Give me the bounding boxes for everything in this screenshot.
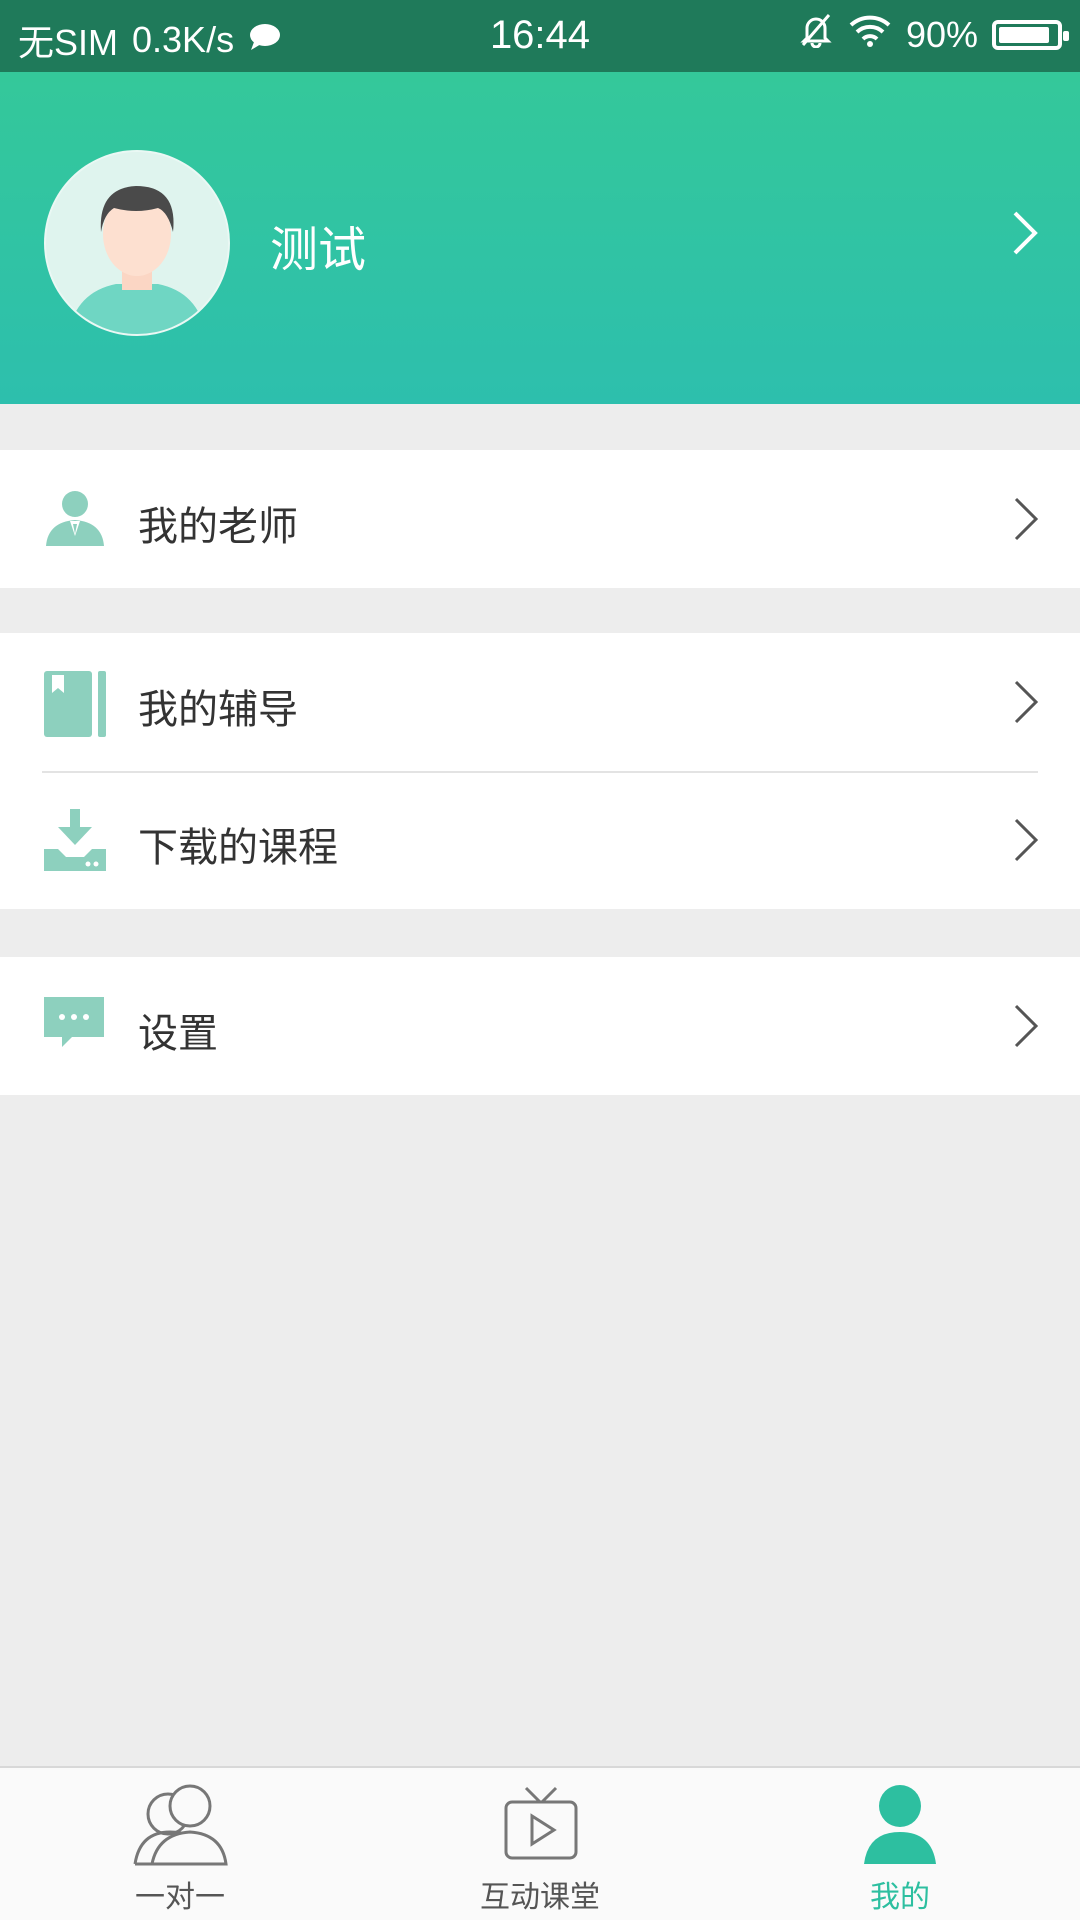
tab-one-on-one[interactable]: 一对一 (0, 1768, 360, 1920)
menu-item-label: 下载的课程 (138, 825, 338, 871)
menu-item-label: 我的辅导 (138, 687, 298, 733)
menu-group-1: 我的老师 (0, 450, 1080, 588)
menu-item-my-tutoring[interactable]: 我的辅导 (0, 633, 1080, 771)
profile-name: 测试 (270, 222, 367, 278)
tab-interactive-classroom[interactable]: 互动课堂 (360, 1768, 720, 1920)
bottom-tab-bar: 一对一 互动课堂 我的 (0, 1766, 1080, 1920)
menu-item-downloaded-courses[interactable]: 下载的课程 (0, 771, 1080, 909)
battery-percent: 90% (905, 13, 978, 55)
status-right: 90% (798, 12, 1069, 57)
profile-header[interactable]: 测试 (0, 72, 1080, 404)
battery-fill (999, 26, 1049, 43)
avatar[interactable] (44, 150, 230, 336)
chevron-right-icon (1012, 816, 1040, 868)
download-icon (44, 809, 106, 871)
book-icon (44, 671, 106, 737)
tab-label: 我的 (870, 1880, 930, 1915)
menu-item-settings[interactable]: 设置 (0, 957, 1080, 1095)
chevron-right-icon (1012, 495, 1040, 547)
wifi-icon (848, 13, 892, 56)
tv-play-icon (490, 1784, 590, 1874)
status-bar: 无SIM 0.3K/s 16:44 90% (0, 0, 1080, 72)
menu-group-3: 设置 (0, 957, 1080, 1095)
chevron-right-icon[interactable] (1010, 208, 1040, 262)
menu-group-2: 我的辅导 下载的课程 (0, 633, 1080, 909)
menu-item-label: 设置 (138, 1011, 218, 1057)
teacher-icon (44, 488, 106, 550)
menu-item-my-teacher[interactable]: 我的老师 (0, 450, 1080, 588)
tab-label: 一对一 (135, 1880, 225, 1915)
tab-mine[interactable]: 我的 (720, 1768, 1080, 1920)
chevron-right-icon (1012, 678, 1040, 730)
bell-off-icon (798, 12, 834, 57)
battery-icon (992, 19, 1069, 50)
chat-bubble-icon (44, 995, 106, 1057)
menu-item-label: 我的老师 (138, 504, 298, 550)
person-icon (850, 1784, 950, 1874)
chevron-right-icon (1012, 1002, 1040, 1054)
two-people-icon (130, 1784, 230, 1874)
tab-label: 互动课堂 (480, 1880, 600, 1915)
